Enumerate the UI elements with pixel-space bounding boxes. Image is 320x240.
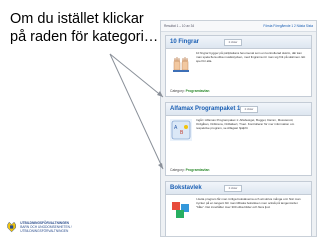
arrow-to-category-1 xyxy=(109,53,164,98)
website-screenshot: Resultat 1 – 10 av 34 Första Föregående … xyxy=(160,20,317,237)
card-title[interactable]: Bokstavlek xyxy=(170,183,202,193)
org-name: UTBILDNINGSFÖRVALTNINGEN BARN OCH UNGDOM… xyxy=(20,221,101,233)
software-card[interactable]: 10 Fingrar 2 röster 10 fingrar bygger på… xyxy=(165,35,312,97)
card-title[interactable]: 10 Fingrar xyxy=(170,37,199,47)
result-count: Resultat 1 – 10 av 34 xyxy=(164,24,195,28)
software-card[interactable]: Bokstavlek 2 röster I detta program får … xyxy=(165,181,312,236)
card-header: Bokstavlek 2 röster xyxy=(166,182,311,195)
arrow-to-category-2 xyxy=(109,53,164,170)
crown-crest-icon xyxy=(7,221,16,233)
hands-icon xyxy=(170,52,192,74)
letters-icon xyxy=(170,198,192,220)
software-card[interactable]: Alfamax Programpaket 1 2 röster A B Ingå… xyxy=(165,102,312,176)
card-description: I detta program får man rörliga bokstäve… xyxy=(196,197,301,209)
card-header: Alfamax Programpaket 1 2 röster xyxy=(166,103,311,116)
category-row[interactable]: Category: Programtavlan xyxy=(170,168,209,172)
slide-title: Om du istället klickar på raden för kate… xyxy=(10,11,159,45)
category-label: Category: xyxy=(170,168,185,172)
card-description: Ingår i Alfamax Programpaket 1: Alfabusi… xyxy=(196,118,295,130)
category-link[interactable]: Programtavlan xyxy=(186,168,210,172)
rating-badge: 2 röster xyxy=(224,185,242,192)
results-bar: Resultat 1 – 10 av 34 Första Föregående … xyxy=(161,21,316,32)
pagination-links[interactable]: Första Föregående 1 2 Nästa Sista xyxy=(263,21,313,31)
rating-badge: 2 röster xyxy=(240,106,258,113)
category-label: Category: xyxy=(170,89,185,93)
card-header: 10 Fingrar 2 röster xyxy=(166,36,311,49)
org-logo: UTBILDNINGSFÖRVALTNINGEN BARN OCH UNGDOM… xyxy=(6,219,101,235)
org-line-2: BARN OCH UNGDOMSENHETEN / UTBILDNINGSFÖR… xyxy=(20,225,72,233)
alfamax-app-icon: A B xyxy=(170,119,192,141)
rating-badge: 2 röster xyxy=(224,39,242,46)
category-link[interactable]: Programtavlan xyxy=(186,89,210,93)
category-row[interactable]: Category: Programtavlan xyxy=(170,89,209,93)
card-title[interactable]: Alfamax Programpaket 1 xyxy=(170,104,240,114)
card-description: 10 fingrar bygger på pärlplattans fenome… xyxy=(196,51,306,63)
